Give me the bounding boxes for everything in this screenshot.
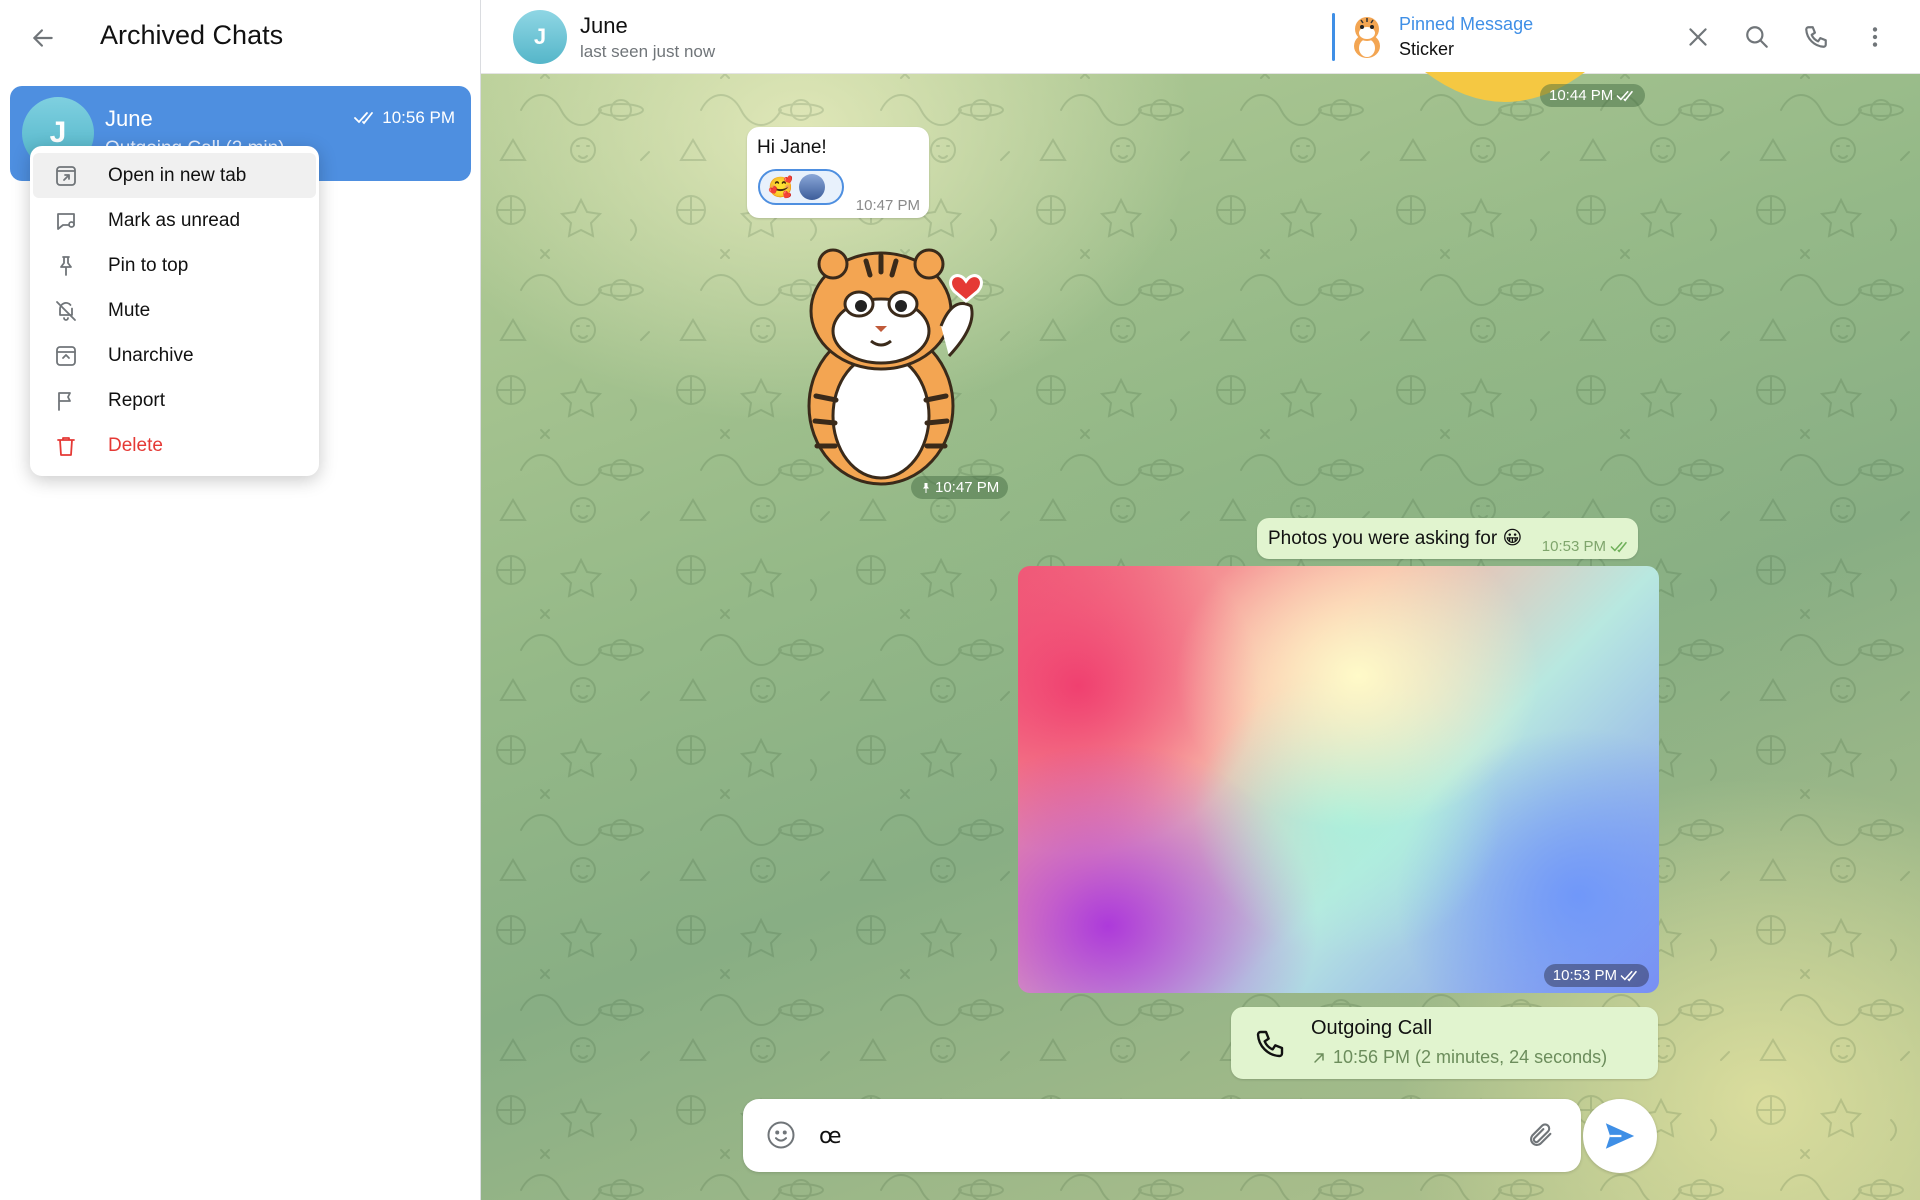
arrow-left-icon [33, 29, 53, 47]
chat-header: J June last seen just now Pinned Message… [481, 0, 1920, 74]
time-text: 10:53 PM [1552, 967, 1617, 984]
message-text: Photos you were asking for 😀 [1268, 528, 1523, 549]
call-detail-text: 10:56 PM (2 minutes, 24 seconds) [1333, 1047, 1608, 1067]
reaction-emoji: 🥰 [768, 176, 793, 199]
header-avatar[interactable]: J [513, 10, 567, 64]
message-input[interactable] [819, 1119, 1479, 1153]
menu-item-report[interactable]: Report [30, 378, 319, 423]
double-check-icon [1616, 90, 1633, 101]
reaction-pill[interactable]: 🥰 [758, 169, 844, 205]
chat-time-text: 10:56 PM [382, 108, 455, 127]
send-icon [1605, 1123, 1635, 1149]
menu-item-open-new-tab[interactable]: Open in new tab [33, 153, 316, 198]
time-text: 10:44 PM [1549, 87, 1614, 104]
mark-unread-icon [52, 207, 80, 235]
pinned-text: Sticker [1399, 39, 1455, 59]
message-time: 10:47 PM [855, 197, 920, 214]
pinned-title: Pinned Message [1399, 14, 1534, 34]
photo-time: 10:53 PM [1543, 964, 1649, 987]
menu-item-label: Mute [108, 299, 151, 321]
menu-item-label: Pin to top [108, 254, 189, 276]
sidebar-header: Archived Chats [0, 0, 481, 74]
menu-item-label: Open in new tab [108, 164, 247, 186]
outgoing-call-message[interactable]: Outgoing Call 10:56 PM (2 minutes, 24 se… [1231, 1007, 1658, 1079]
pinned-indicator-bar [1332, 13, 1335, 61]
unpin-close-button[interactable] [1678, 17, 1718, 57]
pin-icon [923, 482, 929, 493]
message-text: Hi Jane! [757, 137, 827, 158]
pinned-content: Pinned Message Sticker [1399, 14, 1533, 60]
more-options-button[interactable] [1855, 17, 1895, 57]
mute-bell-icon [52, 297, 80, 325]
header-contact-name[interactable]: June [580, 13, 628, 39]
pin-icon [52, 252, 80, 280]
attach-button[interactable] [1523, 1117, 1559, 1153]
double-check-icon [354, 112, 374, 125]
menu-item-unarchive[interactable]: Unarchive [30, 333, 319, 378]
menu-item-pin-to-top[interactable]: Pin to top [30, 243, 319, 288]
call-button[interactable] [1796, 17, 1836, 57]
menu-item-label: Mark as unread [108, 209, 241, 231]
top-sticker-time: 10:44 PM [1540, 84, 1646, 107]
call-title: Outgoing Call [1311, 1017, 1433, 1039]
message-composer [743, 1099, 1581, 1172]
time-text: 10:53 PM [1541, 538, 1606, 555]
sticker-time: 10:47 PM [911, 476, 1009, 499]
search-icon [1746, 26, 1768, 48]
phone-icon [1805, 26, 1827, 48]
menu-item-label: Delete [108, 434, 163, 456]
header-last-seen: last seen just now [580, 42, 716, 61]
chat-time: 10:56 PM [354, 108, 455, 128]
context-menu: Open in new tab Mark as unread Pin to to… [30, 146, 319, 476]
chat-name: June [105, 106, 153, 131]
sidebar: Archived Chats J June 10:56 PM Outgoing … [0, 0, 481, 1200]
menu-item-delete[interactable]: Delete [30, 423, 319, 468]
menu-item-label: Unarchive [108, 344, 194, 366]
double-check-icon [1610, 541, 1627, 552]
back-button[interactable] [22, 17, 64, 59]
trash-icon [52, 432, 80, 460]
pinned-message[interactable]: Pinned Message Sticker [1332, 12, 1533, 62]
menu-item-mute[interactable]: Mute [30, 288, 319, 333]
open-new-tab-icon [52, 162, 80, 190]
call-detail: 10:56 PM (2 minutes, 24 seconds) [1311, 1047, 1607, 1068]
send-button[interactable] [1583, 1099, 1657, 1173]
emoji-button[interactable] [763, 1117, 799, 1153]
message-time: 10:53 PM [1542, 538, 1630, 555]
search-button[interactable] [1737, 17, 1777, 57]
outgoing-message-photos-caption[interactable]: Photos you were asking for 😀 10:53 PM [1257, 518, 1638, 559]
double-check-icon [1620, 970, 1637, 981]
shared-photo[interactable]: 10:53 PM [1018, 566, 1659, 993]
tiger-sticker-thumbnail-icon [1354, 17, 1380, 58]
time-text: 10:47 PM [935, 479, 1000, 496]
unarchive-icon [52, 342, 80, 370]
smiley-icon [767, 1121, 795, 1149]
paperclip-icon [1530, 1123, 1552, 1146]
chat-panel: J June last seen just now Pinned Message… [481, 0, 1920, 1200]
call-phone-icon [1254, 1028, 1286, 1060]
more-vertical-icon [1872, 27, 1878, 47]
incoming-message-hi-jane[interactable]: Hi Jane! 🥰 10:47 PM [747, 127, 929, 218]
menu-item-mark-unread[interactable]: Mark as unread [30, 198, 319, 243]
close-icon [1689, 28, 1707, 46]
arrow-up-right-icon [1314, 1052, 1324, 1063]
sidebar-title: Archived Chats [100, 20, 284, 50]
reactor-avatar [798, 174, 825, 200]
menu-item-label: Report [108, 389, 166, 411]
tiger-sticker[interactable] [781, 246, 1001, 496]
flag-icon [52, 387, 80, 415]
